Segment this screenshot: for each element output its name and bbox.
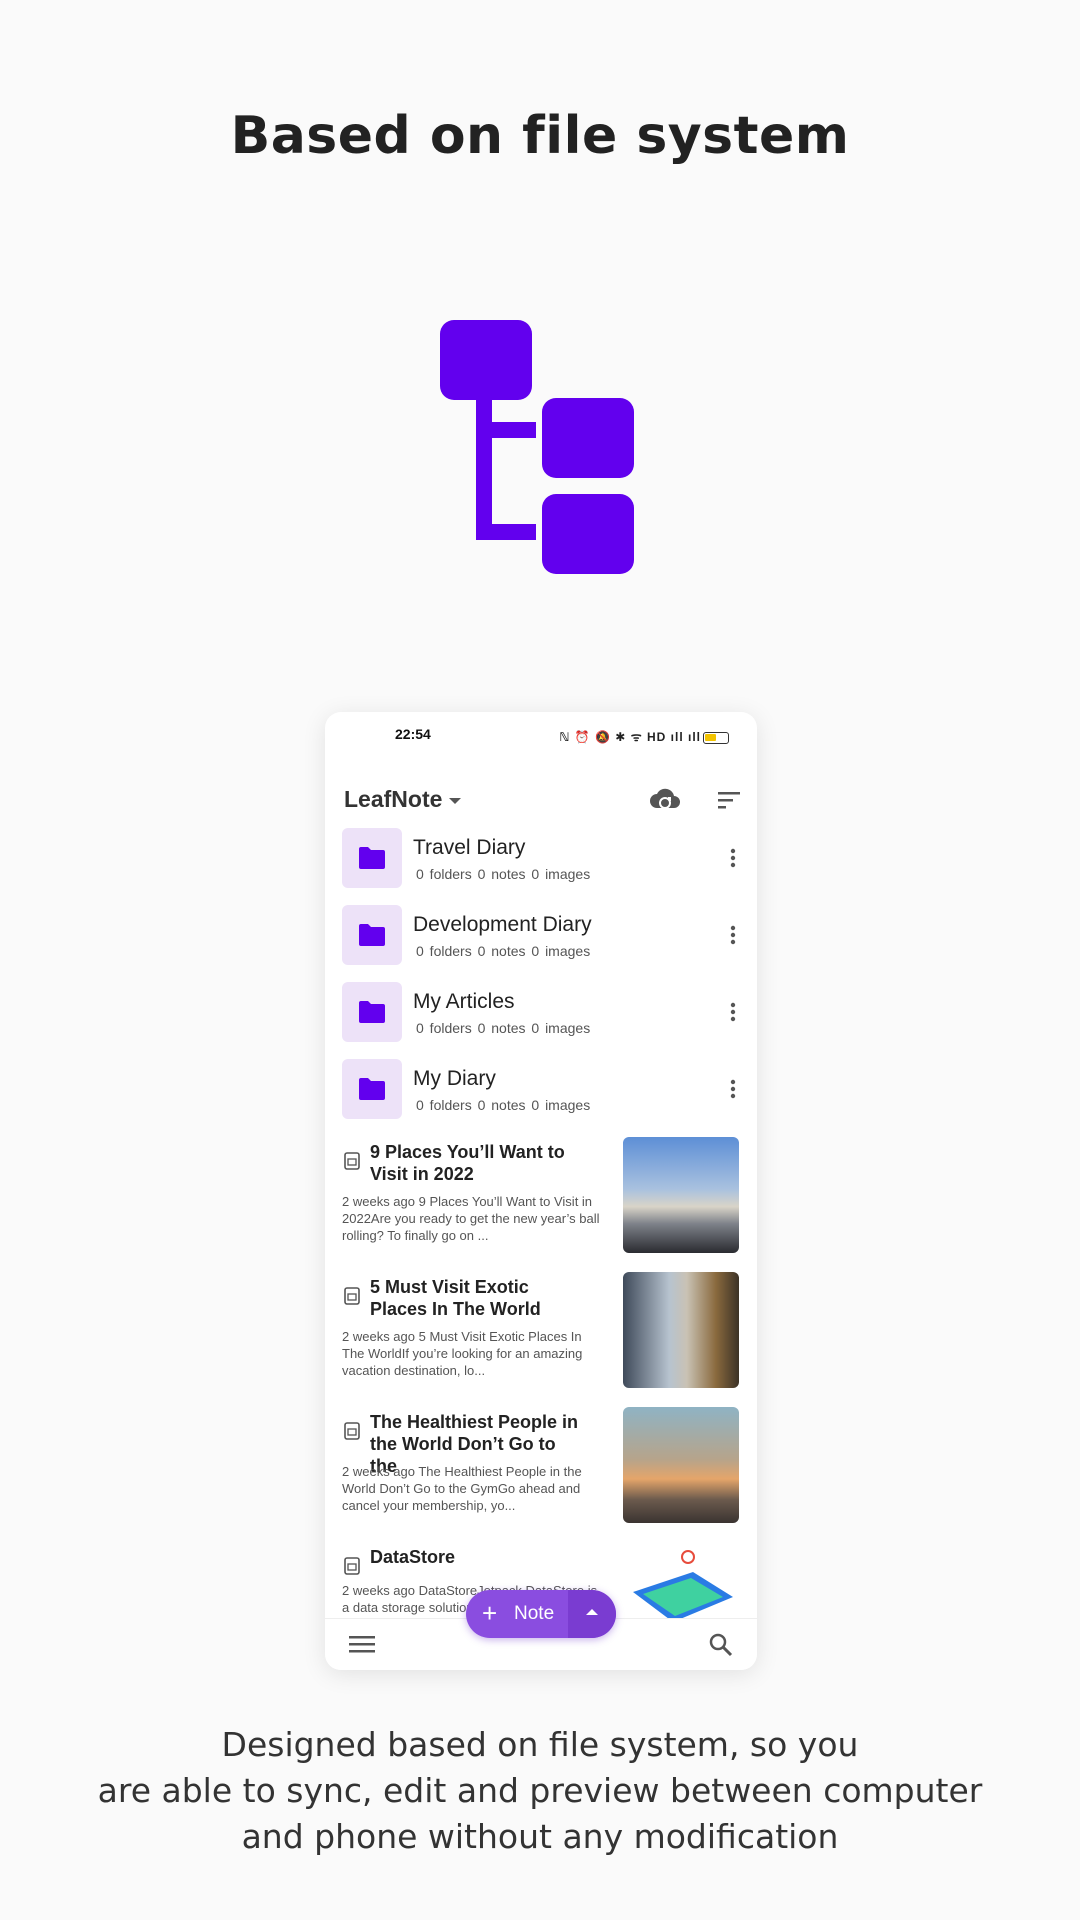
chevron-up-icon[interactable]	[568, 1590, 616, 1638]
folder-meta: 0 folders 0 notes 0 images	[416, 866, 591, 882]
search-icon[interactable]	[707, 1631, 735, 1659]
note-file-icon	[344, 1422, 360, 1440]
folder-meta: 0 folders 0 notes 0 images	[416, 1020, 591, 1036]
caption-line: and phone without any modification	[241, 1817, 839, 1856]
note-thumbnail	[623, 1137, 739, 1253]
note-item[interactable]: 5 Must Visit Exotic Places In The World …	[325, 1272, 757, 1392]
menu-icon[interactable]	[349, 1633, 375, 1655]
caption-line: are able to sync, edit and preview betwe…	[97, 1771, 983, 1810]
status-bar: 22:54 ℕ ⏰ 🔕 ✱ ᯤ HD ıll ıll	[325, 726, 757, 746]
folder-thumbnail	[342, 1059, 402, 1119]
more-vert-icon[interactable]	[721, 923, 745, 947]
folder-icon	[359, 924, 385, 946]
status-icons: ℕ ⏰ 🔕 ✱ ᯤ HD ıll ıll	[559, 728, 729, 745]
note-title: 5 Must Visit Exotic Places In The World	[370, 1277, 541, 1319]
description-text: Designed based on file system, so you ar…	[0, 1722, 1080, 1860]
folder-name: My Articles	[413, 990, 515, 1013]
folder-meta: 0 folders 0 notes 0 images	[416, 1097, 591, 1113]
more-vert-icon[interactable]	[721, 1077, 745, 1101]
more-vert-icon[interactable]	[721, 1000, 745, 1024]
chevron-down-icon[interactable]	[449, 798, 461, 804]
status-time: 22:54	[395, 726, 431, 742]
folder-item[interactable]: Travel Diary 0 folders 0 notes 0 images	[325, 828, 757, 898]
folder-thumbnail	[342, 982, 402, 1042]
folder-thumbnail	[342, 828, 402, 888]
sort-icon[interactable]	[713, 784, 745, 816]
note-file-icon	[344, 1152, 360, 1170]
app-bar: LeafNote	[325, 774, 757, 826]
plus-icon: +	[482, 1598, 498, 1628]
folder-name: Development Diary	[413, 913, 592, 936]
app-title[interactable]: LeafNote	[344, 786, 442, 813]
note-meta: 2 weeks ago 9 Places You’ll Want to Visi…	[342, 1194, 600, 1243]
note-meta: 2 weeks ago The Healthiest People in the…	[342, 1464, 582, 1513]
folder-thumbnail	[342, 905, 402, 965]
note-meta: 2 weeks ago 5 Must Visit Exotic Places I…	[342, 1329, 583, 1378]
note-item[interactable]: The Healthiest People in the World Don’t…	[325, 1407, 757, 1527]
folder-icon	[359, 847, 385, 869]
folder-meta: 0 folders 0 notes 0 images	[416, 943, 591, 959]
caption-line: Designed based on file system, so you	[221, 1725, 859, 1764]
note-file-icon	[344, 1557, 360, 1575]
note-thumbnail	[623, 1407, 739, 1523]
note-title: 9 Places You’ll Want to Visit in 2022	[370, 1142, 565, 1184]
folder-item[interactable]: Development Diary 0 folders 0 notes 0 im…	[325, 905, 757, 975]
folder-item[interactable]: My Articles 0 folders 0 notes 0 images	[325, 982, 757, 1052]
battery-icon	[703, 731, 729, 744]
note-item[interactable]: 9 Places You’ll Want to Visit in 2022 2 …	[325, 1137, 757, 1257]
folder-name: My Diary	[413, 1067, 496, 1090]
note-title: DataStore	[370, 1547, 456, 1567]
folder-item[interactable]: My Diary 0 folders 0 notes 0 images	[325, 1059, 757, 1129]
phone-screenshot: 22:54 ℕ ⏰ 🔕 ✱ ᯤ HD ıll ıll LeafNote Trav…	[325, 712, 757, 1670]
note-file-icon	[344, 1287, 360, 1305]
page-headline: Based on file system	[230, 106, 850, 166]
folder-icon	[359, 1001, 385, 1023]
cloud-sync-icon[interactable]	[649, 784, 681, 816]
new-note-label: Note	[514, 1603, 555, 1624]
new-note-button[interactable]: + Note	[466, 1590, 616, 1638]
more-vert-icon[interactable]	[721, 846, 745, 870]
folder-icon	[359, 1078, 385, 1100]
folder-name: Travel Diary	[413, 836, 526, 859]
note-thumbnail	[623, 1272, 739, 1388]
file-tree-icon	[440, 320, 634, 574]
